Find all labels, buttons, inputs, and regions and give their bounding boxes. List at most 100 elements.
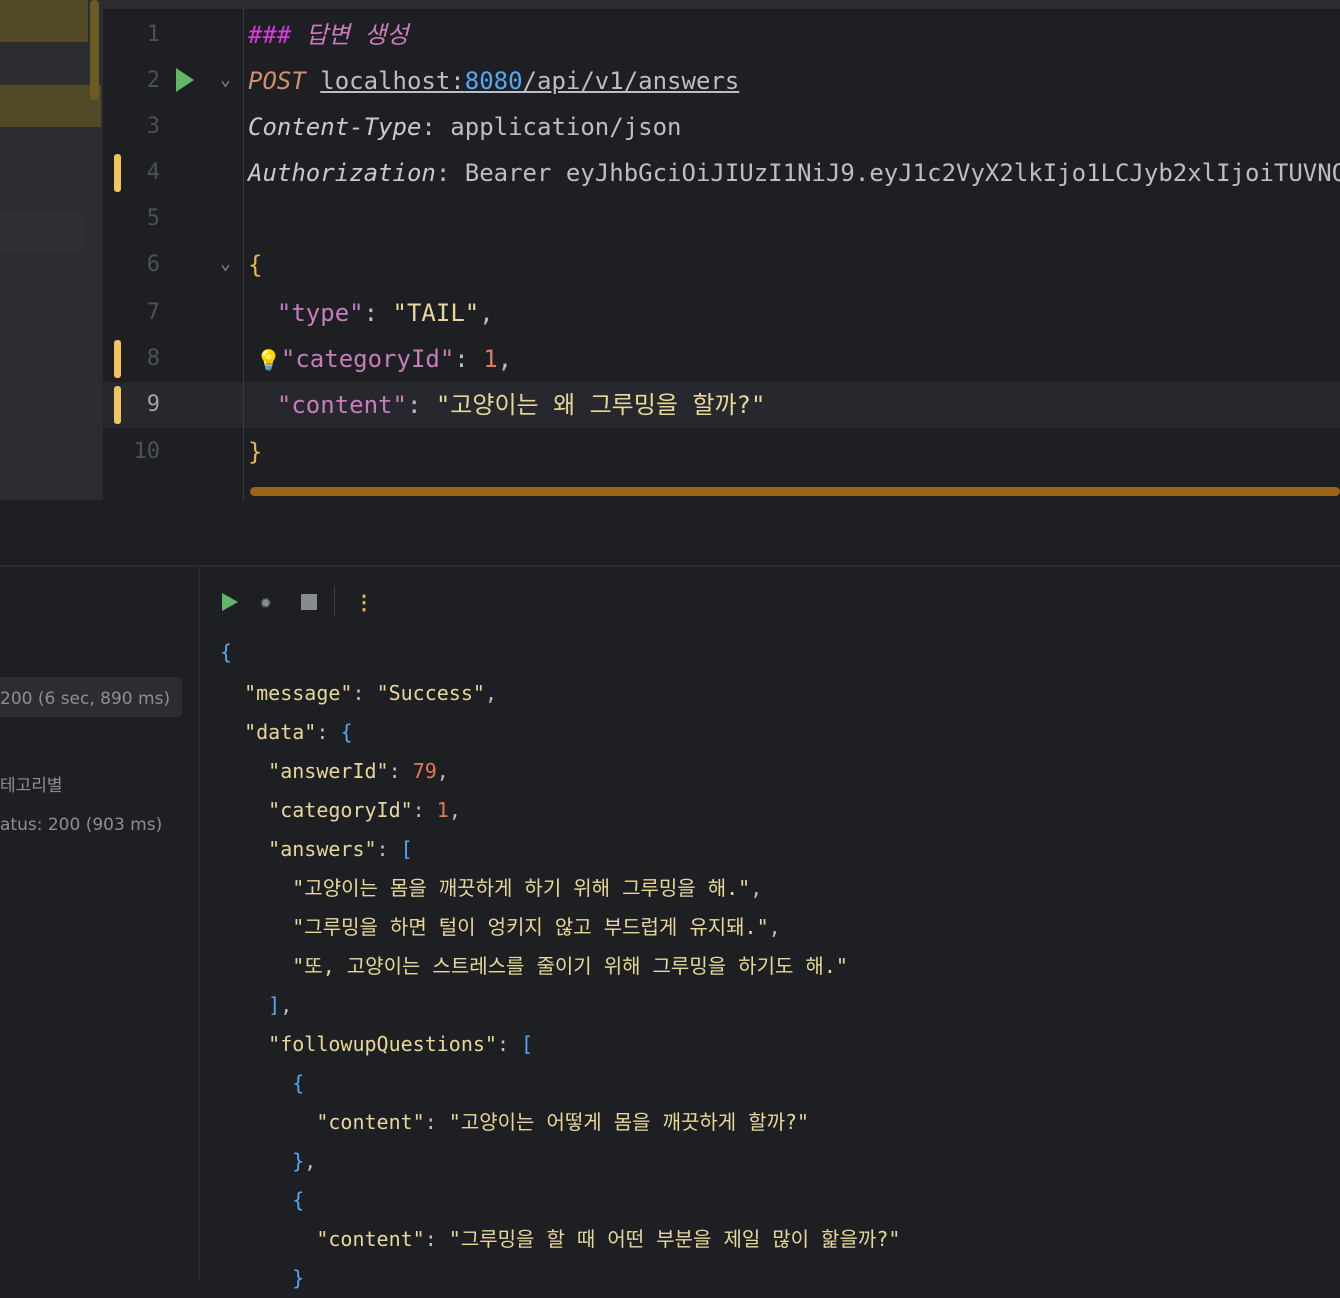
response-line: "followupQuestions": [ — [268, 1032, 534, 1056]
header-value: application/json — [450, 113, 682, 141]
json-key: "answerId" — [268, 759, 389, 783]
line-number: 8 — [146, 346, 160, 371]
line-number: 7 — [146, 300, 160, 325]
project-selected-row[interactable] — [0, 210, 84, 252]
horizontal-scrollbar[interactable] — [250, 487, 1340, 496]
response-line: { — [292, 1071, 305, 1095]
json-key: "type" — [276, 299, 364, 327]
line-number: 6 — [146, 252, 160, 277]
json-key: "data" — [244, 720, 317, 744]
json-key: "content" — [276, 391, 407, 419]
project-panel — [0, 0, 102, 500]
project-highlight-row[interactable] — [0, 85, 102, 127]
editor-line[interactable]: 4 Authorization: Bearer eyJhbGciOiJIUzI1… — [102, 150, 1340, 196]
json-key: "answers" — [268, 837, 377, 861]
panel-splitter[interactable] — [0, 500, 1340, 566]
json-key: "content" — [316, 1227, 425, 1251]
editor-line[interactable]: 8 💡"categoryId": 1, — [102, 336, 1340, 382]
json-open-brace: { — [248, 251, 263, 279]
json-value: "고양이는 어떻게 몸을 깨끗하게 할까?" — [448, 1110, 810, 1134]
header-line: Content-Type: application/json — [248, 113, 682, 141]
line-number: 2 — [146, 68, 160, 93]
editor-line[interactable]: 5 — [102, 196, 1340, 242]
header-line: Authorization: Bearer eyJhbGciOiJIUzI1Ni… — [248, 150, 1340, 196]
response-line: "answers": [ — [268, 837, 413, 861]
json-field: 💡"categoryId": 1, — [256, 336, 512, 383]
stop-icon[interactable] — [301, 594, 317, 610]
toolbar-separator — [334, 586, 335, 616]
http-method: POST — [248, 67, 306, 95]
json-value: 79 — [412, 759, 437, 783]
response-line: } — [292, 1266, 305, 1290]
editor-line[interactable]: 10 } — [102, 429, 1340, 475]
json-array-item: "고양이는 몸을 깨끗하게 하기 위해 그루밍을 해." — [292, 876, 751, 900]
chevron-down-icon[interactable]: ⌄ — [220, 251, 231, 277]
url-path: /api/v1/answers — [522, 67, 740, 95]
line-number: 4 — [146, 160, 160, 185]
header-value: Bearer eyJhbGciOiJIUzI1NiJ9.eyJ1c2VyX2lk… — [464, 159, 1340, 187]
line-number: 3 — [146, 114, 160, 139]
json-array-item: "그루밍을 하면 털이 엉키지 않고 부드럽게 유지돼." — [292, 915, 769, 939]
json-field: "content": "고양이는 왜 그루밍을 할까?" — [276, 391, 766, 419]
json-array-item: "또, 고양이는 스트레스를 줄이기 위해 그루밍을 하기도 해." — [292, 954, 848, 978]
json-value: 1 — [436, 798, 449, 822]
run-history-panel — [0, 567, 200, 1283]
json-value: "TAIL" — [392, 299, 480, 327]
response-line: "또, 고양이는 스트레스를 줄이기 위해 그루밍을 하기도 해." — [220, 947, 848, 986]
json-key: "message" — [244, 681, 353, 705]
json-value: 1 — [483, 345, 498, 373]
json-close-brace: } — [248, 438, 263, 466]
header-name: Content-Type — [248, 113, 422, 141]
lightbulb-icon[interactable]: 💡 — [256, 337, 281, 383]
more-icon[interactable]: ⋮ — [354, 590, 374, 614]
run-request-icon[interactable] — [176, 68, 194, 92]
json-value: "고양이는 왜 그루밍을 할까?" — [435, 391, 766, 419]
line-number: 5 — [146, 206, 160, 231]
response-line: "data": { — [244, 720, 353, 744]
response-line: { — [220, 633, 232, 672]
request-line: POST localhost:8080/api/v1/answers — [248, 58, 739, 104]
project-highlight-row[interactable] — [0, 0, 88, 42]
json-key: "followupQuestions" — [268, 1032, 497, 1056]
run-status-item[interactable]: atus: 200 (903 ms) — [0, 815, 162, 835]
title-marker: ### — [248, 21, 292, 49]
editor-line[interactable]: 1 ### 답변 생성 — [102, 12, 1340, 58]
response-line: "message": "Success", — [244, 681, 497, 705]
editor-line[interactable]: 3 Content-Type: application/json — [102, 104, 1340, 150]
editor-line-current[interactable]: 9 "content": "고양이는 왜 그루밍을 할까?" — [102, 382, 1340, 428]
request-url[interactable]: localhost:8080/api/v1/answers — [320, 67, 739, 95]
response-line: { — [292, 1188, 305, 1212]
response-line: "answerId": 79, — [268, 759, 449, 783]
editor-line[interactable]: 6 ⌄ { — [102, 242, 1340, 288]
url-host: localhost: — [320, 67, 465, 95]
line-number: 1 — [146, 22, 160, 47]
json-value: "Success" — [376, 681, 485, 705]
editor-line[interactable]: 7 "type": "TAIL", — [102, 290, 1340, 336]
run-category-item[interactable]: 테고리별 — [0, 771, 63, 796]
run-icon[interactable] — [222, 593, 238, 611]
chevron-down-icon[interactable]: ⌄ — [220, 67, 231, 93]
response-line: }, — [292, 1149, 317, 1173]
response-line: "content": "그루밍을 할 때 어떤 부분을 제일 많이 핥을까?" — [316, 1227, 901, 1251]
run-status-item[interactable]: 200 (6 sec, 890 ms) — [0, 689, 170, 709]
json-key: "categoryId" — [268, 798, 413, 822]
json-open-brace: { — [220, 640, 233, 664]
project-scrollbar[interactable] — [90, 0, 99, 100]
json-key: "content" — [316, 1110, 425, 1134]
gutter-border — [243, 9, 244, 500]
editor-line[interactable]: 2 ⌄ POST localhost:8080/api/v1/answers — [102, 58, 1340, 104]
json-field: "type": "TAIL", — [276, 299, 494, 327]
line-number: 10 — [133, 439, 161, 464]
header-name: Authorization — [248, 159, 436, 187]
response-line: "content": "고양이는 어떻게 몸을 깨끗하게 할까?" — [316, 1110, 810, 1134]
response-line: "고양이는 몸을 깨끗하게 하기 위해 그루밍을 해.", — [292, 876, 763, 900]
response-line: "categoryId": 1, — [268, 798, 461, 822]
response-line: "그루밍을 하면 털이 엉키지 않고 부드럽게 유지돼.", — [292, 915, 781, 939]
response-line: ], — [268, 993, 293, 1017]
json-key: "categoryId" — [280, 345, 455, 373]
url-port: 8080 — [464, 67, 523, 95]
json-value: "그루밍을 할 때 어떤 부분을 제일 많이 핥을까?" — [448, 1227, 901, 1251]
bug-icon[interactable]: ✹ — [260, 590, 271, 614]
request-title: ### 답변 생성 — [248, 12, 409, 58]
title-text: 답변 생성 — [305, 21, 409, 49]
